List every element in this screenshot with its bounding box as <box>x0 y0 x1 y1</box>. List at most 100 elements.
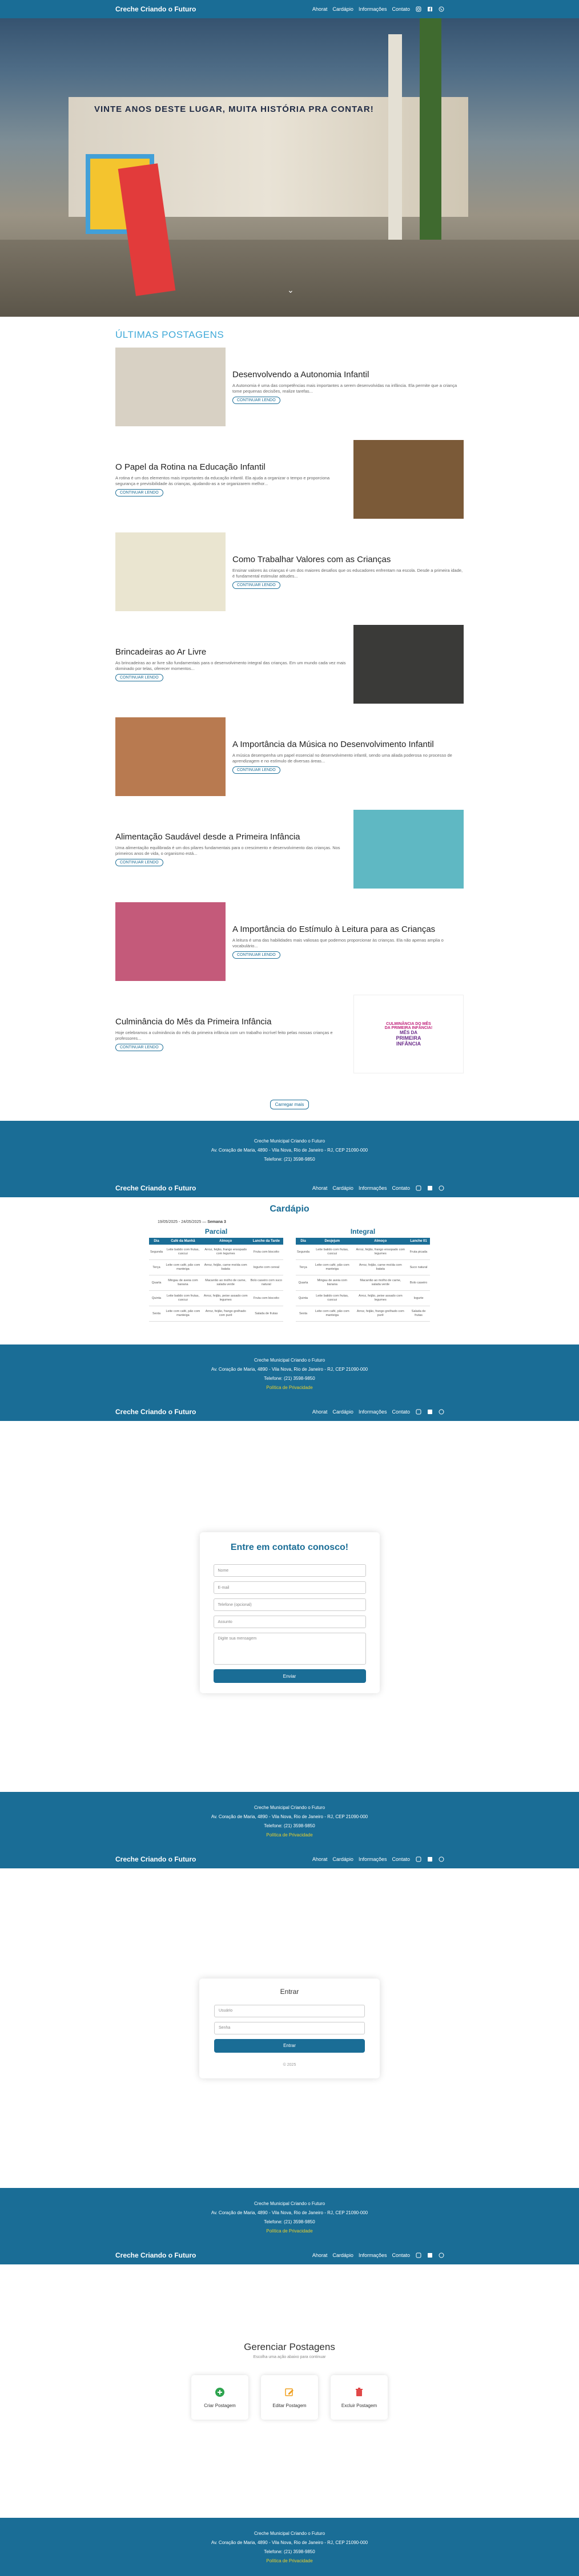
read-more-button[interactable]: CONTINUAR LENDO <box>232 582 280 589</box>
post-thumbnail[interactable]: CULMINÂNCIA DO MÊS DA PRIMEIRA INFÂNCIA! M… <box>353 995 464 1073</box>
privacy-link[interactable]: Política de Privacidade <box>0 1832 579 1838</box>
brand-logo[interactable]: Creche Criando o Futuro <box>115 1184 196 1192</box>
nav-link-informacoes[interactable]: Informações <box>359 1409 387 1415</box>
table-cell: Bolo caseiro <box>407 1275 430 1291</box>
privacy-link[interactable]: Política de Privacidade <box>0 1385 579 1390</box>
read-more-button[interactable]: CONTINUAR LENDO <box>115 674 163 681</box>
read-more-button[interactable]: CONTINUAR LENDO <box>115 489 163 496</box>
chevron-down-icon[interactable]: ⌄ <box>287 285 294 295</box>
nav-link-informacoes[interactable]: Informações <box>359 2252 387 2258</box>
read-more-button[interactable]: CONTINUAR LENDO <box>232 951 280 959</box>
nav-link-contato[interactable]: Contato <box>392 1185 410 1191</box>
nav-link-cardapio[interactable]: Cardápio <box>332 1856 353 1862</box>
nav-link-cardapio[interactable]: Cardápio <box>332 2252 353 2258</box>
post-thumbnail[interactable] <box>353 625 464 704</box>
nav-link-cardapio[interactable]: Cardápio <box>332 1185 353 1191</box>
post-body: A Importância do Estímulo à Leitura para… <box>232 924 464 959</box>
nav-link-home[interactable]: Ahorat <box>312 2252 328 2258</box>
privacy-link[interactable]: Política de Privacidade <box>0 2558 579 2563</box>
nav-link-cardapio[interactable]: Cardápio <box>332 1409 353 1415</box>
nav-link-home[interactable]: Ahorat <box>312 1185 328 1191</box>
week-badge: Semana 3 <box>207 1220 226 1224</box>
facebook-icon[interactable] <box>427 1856 433 1863</box>
nav-link-contato[interactable]: Contato <box>392 2252 410 2258</box>
post-title[interactable]: A Importância da Música no Desenvolvimen… <box>232 740 464 749</box>
instagram-icon[interactable] <box>415 1409 421 1415</box>
culminancia-banner-text: DA PRIMEIRA INFÂNCIA! <box>384 1025 433 1030</box>
post-excerpt: Ensinar valores às crianças é um dos mai… <box>232 568 463 579</box>
table-cell: Suco natural <box>407 1259 430 1275</box>
phone-field[interactable]: Telefone (opcional) <box>213 1598 366 1611</box>
read-more-button[interactable]: CONTINUAR LENDO <box>232 397 280 404</box>
table-header: Almoço <box>353 1238 408 1245</box>
instagram-icon[interactable] <box>415 2252 421 2259</box>
load-more-button[interactable]: Carregar mais <box>270 1100 309 1109</box>
footer-address: Av. Coração de Maria, 4890 - Vila Nova, … <box>211 1147 368 1153</box>
brand-logo[interactable]: Creche Criando o Futuro <box>115 2251 196 2259</box>
privacy-link[interactable]: Política de Privacidade <box>0 2228 579 2234</box>
post-thumbnail[interactable] <box>353 810 464 889</box>
nav-link-informacoes[interactable]: Informações <box>359 6 387 12</box>
post-thumbnail[interactable] <box>115 902 226 981</box>
nav-link-informacoes[interactable]: Informações <box>359 1185 387 1191</box>
post-body: Culminância do Mês da Primeira Infância … <box>115 1017 347 1051</box>
email-field[interactable]: E-mail <box>213 1581 366 1594</box>
brand-logo[interactable]: Creche Criando o Futuro <box>115 1408 196 1416</box>
nav-link-contato[interactable]: Contato <box>392 1856 410 1862</box>
table-cell: Arroz, feijão, peixe assado com legumes <box>353 1290 408 1306</box>
facebook-icon[interactable] <box>427 1409 433 1415</box>
nav-link-contato[interactable]: Contato <box>392 6 410 12</box>
instagram-icon[interactable] <box>415 6 421 13</box>
brand-logo[interactable]: Creche Criando o Futuro <box>115 5 196 13</box>
instagram-icon[interactable] <box>415 1185 421 1192</box>
brand-logo[interactable]: Creche Criando o Futuro <box>115 1855 196 1863</box>
post-title[interactable]: Brincadeiras ao Ar Livre <box>115 647 347 657</box>
table-row: Sexta Leite com café, pão com manteiga Arr… <box>149 1306 283 1322</box>
send-button[interactable]: Enviar <box>213 1669 366 1683</box>
password-field[interactable]: Senha <box>214 2021 365 2034</box>
post-excerpt: As brincadeiras ao ar livre são fundamen… <box>115 660 346 671</box>
username-field[interactable]: Usuário <box>214 2004 365 2017</box>
create-post-card[interactable]: Criar Postagem <box>191 2375 248 2420</box>
nav-link-home[interactable]: Ahorat <box>312 6 328 12</box>
read-more-button[interactable]: CONTINUAR LENDO <box>115 1044 163 1051</box>
navbar-manage: Creche Criando o Futuro Ahorat Cardápio … <box>0 2246 579 2264</box>
post-thumbnail[interactable] <box>115 717 226 796</box>
whatsapp-icon[interactable] <box>438 1409 444 1415</box>
post-title[interactable]: A Importância do Estímulo à Leitura para… <box>232 924 464 934</box>
table-cell: Sexta <box>149 1306 164 1322</box>
nav-link-home[interactable]: Ahorat <box>312 1856 328 1862</box>
nav-link-informacoes[interactable]: Informações <box>359 1856 387 1862</box>
whatsapp-icon[interactable] <box>438 2252 444 2259</box>
post-thumbnail[interactable] <box>115 348 226 426</box>
navbar-login: Creche Criando o Futuro Ahorat Cardápio … <box>0 1850 579 1868</box>
delete-post-card[interactable]: Excluir Postagem <box>331 2375 388 2420</box>
table-row: Segunda Leite batido com frutas, cuscuz Ar… <box>296 1245 430 1260</box>
nav-link-home[interactable]: Ahorat <box>312 1409 328 1415</box>
facebook-icon[interactable] <box>427 2252 433 2259</box>
facebook-icon[interactable] <box>427 1185 433 1192</box>
whatsapp-icon[interactable] <box>438 6 444 13</box>
nav-link-contato[interactable]: Contato <box>392 1409 410 1415</box>
post-thumbnail[interactable] <box>115 532 226 611</box>
nav-link-cardapio[interactable]: Cardápio <box>332 6 353 12</box>
message-field[interactable]: Digite sua mensagem <box>213 1633 366 1665</box>
post-title[interactable]: Como Trabalhar Valores com as Crianças <box>232 555 464 564</box>
post-title[interactable]: O Papel da Rotina na Educação Infantil <box>115 462 347 472</box>
subject-field[interactable]: Assunto <box>213 1616 366 1628</box>
name-field[interactable]: Nome <box>213 1564 366 1577</box>
whatsapp-icon[interactable] <box>438 1185 444 1192</box>
post-title[interactable]: Alimentação Saudável desde a Primeira In… <box>115 832 347 842</box>
login-button[interactable]: Entrar <box>214 2038 365 2053</box>
post-thumbnail[interactable] <box>353 440 464 519</box>
whatsapp-icon[interactable] <box>438 1856 444 1863</box>
post-title[interactable]: Desenvolvendo a Autonomia Infantil <box>232 370 464 379</box>
read-more-button[interactable]: CONTINUAR LENDO <box>115 859 163 866</box>
week-selector[interactable]: 19/05/2025 - 24/05/2025 — Semana 3 <box>158 1220 579 1224</box>
facebook-icon[interactable] <box>427 6 433 13</box>
table-cell: Segunda <box>296 1245 311 1260</box>
post-title[interactable]: Culminância do Mês da Primeira Infância <box>115 1017 347 1027</box>
instagram-icon[interactable] <box>415 1856 421 1863</box>
edit-post-card[interactable]: Editar Postagem <box>261 2375 318 2420</box>
read-more-button[interactable]: CONTINUAR LENDO <box>232 766 280 774</box>
